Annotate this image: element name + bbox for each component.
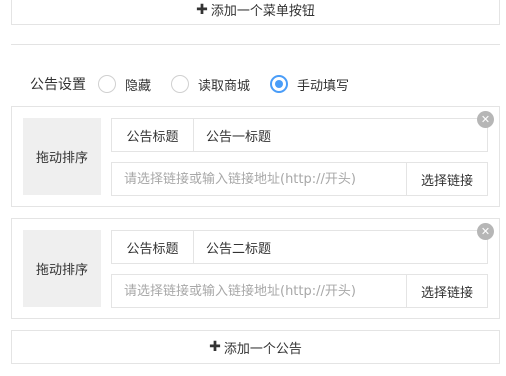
notice-link-input[interactable]	[112, 275, 406, 307]
select-link-button[interactable]: 选择链接	[406, 163, 487, 195]
notice-title-input[interactable]	[194, 231, 487, 263]
add-notice-button[interactable]: ✚ 添加一个公告	[11, 330, 500, 364]
radio-option-read-mall[interactable]: 读取商城	[171, 75, 250, 94]
drag-handle[interactable]: 拖动排序	[23, 118, 101, 195]
notice-card: 拖动排序 公告标题 选择链接 ✕	[11, 106, 500, 207]
radio-manual-label: 手动填写	[297, 78, 350, 94]
notice-title-label: 公告标题	[112, 119, 194, 151]
radio-hide[interactable]	[98, 75, 116, 93]
notice-card: 拖动排序 公告标题 选择链接 ✕	[11, 218, 500, 319]
notice-title-row: 公告标题	[111, 230, 488, 264]
close-icon[interactable]: ✕	[477, 223, 494, 240]
radio-hide-label: 隐藏	[125, 78, 152, 94]
plus-icon: ✚	[209, 339, 221, 355]
add-menu-button[interactable]: ✚ 添加一个菜单按钮	[11, 0, 500, 25]
notice-link-row: 选择链接	[111, 162, 488, 196]
radio-option-hide[interactable]: 隐藏	[98, 75, 151, 94]
radio-read-mall-label: 读取商城	[198, 78, 251, 94]
notice-title-label: 公告标题	[112, 231, 194, 263]
select-link-button[interactable]: 选择链接	[406, 275, 487, 307]
notice-title-input[interactable]	[194, 119, 487, 151]
close-icon[interactable]: ✕	[477, 111, 494, 128]
notice-editor: ✚ 添加一个菜单按钮 公告设置 隐藏 读取商城 手动填写 拖动排序 公告标题 选…	[0, 0, 506, 376]
radio-read-mall[interactable]	[171, 75, 190, 93]
plus-icon: ✚	[196, 1, 208, 18]
radio-manual[interactable]	[270, 75, 289, 93]
notice-setting-row: 公告设置 隐藏 读取商城 手动填写	[30, 72, 369, 96]
divider	[11, 44, 500, 45]
notice-title-row: 公告标题	[111, 118, 488, 152]
drag-handle[interactable]: 拖动排序	[23, 230, 101, 307]
notice-setting-label: 公告设置	[30, 77, 86, 93]
notice-link-row: 选择链接	[111, 274, 488, 308]
add-notice-button-label: 添加一个公告	[223, 341, 302, 357]
radio-option-manual[interactable]: 手动填写	[270, 75, 349, 94]
notice-link-input[interactable]	[112, 163, 406, 195]
add-menu-button-label: 添加一个菜单按钮	[210, 4, 315, 19]
